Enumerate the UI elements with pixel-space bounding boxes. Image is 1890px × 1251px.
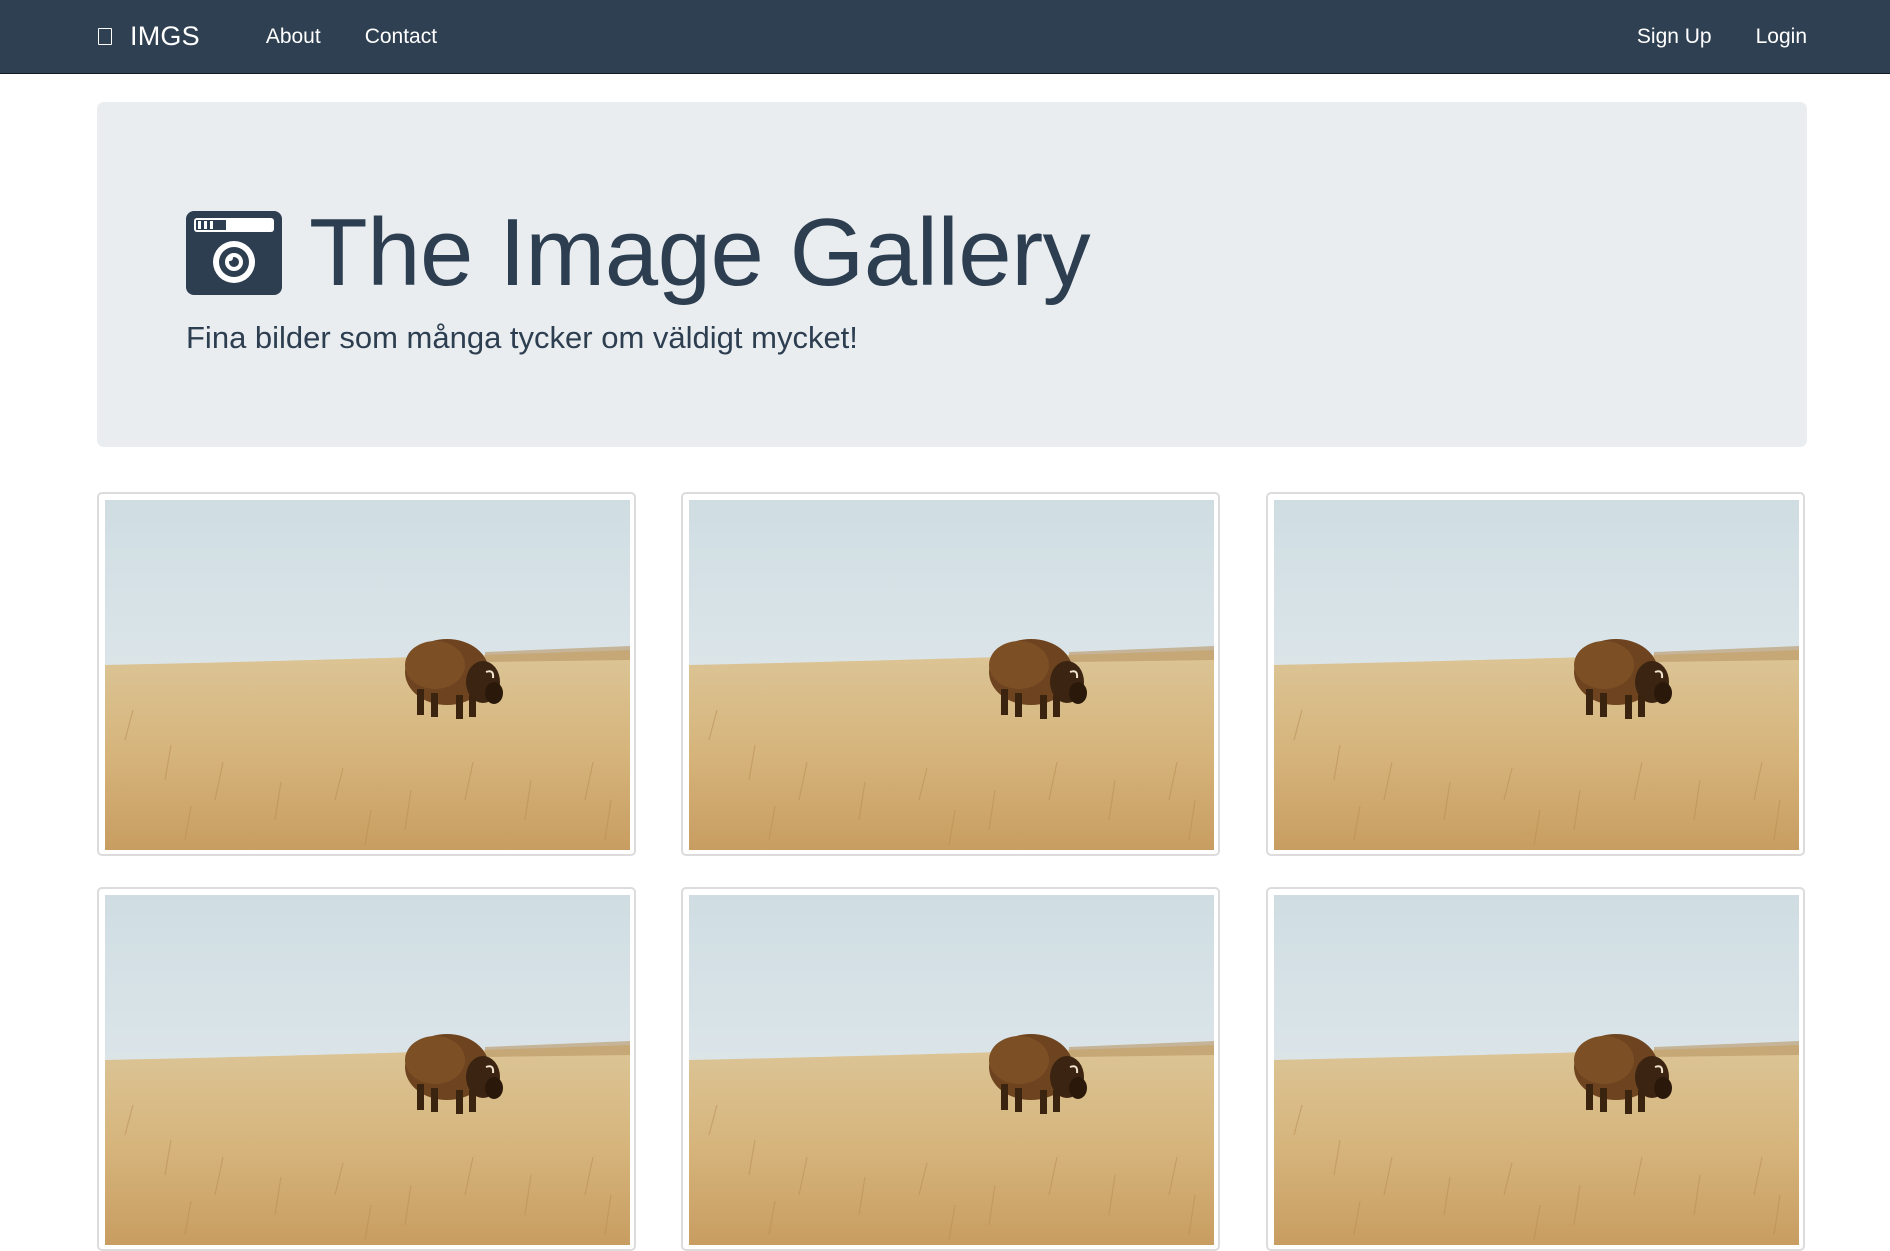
bison-image	[105, 895, 630, 1245]
navbar-left: IMGS About Contact	[98, 0, 459, 74]
subtitle-text: Fina bilder som många tycker om väldigt …	[186, 320, 858, 355]
title-text: The Image Gallery	[309, 199, 1091, 306]
bison-image	[1274, 500, 1799, 850]
bison-image	[1274, 895, 1799, 1245]
gallery-thumbnail[interactable]	[1266, 887, 1805, 1251]
hero-jumbotron: The Image Gallery Fina bilder som många …	[97, 102, 1807, 447]
bison-image	[689, 895, 1214, 1245]
gallery-thumbnail[interactable]	[97, 887, 636, 1251]
top-navbar: IMGS About Contact Sign Up Login	[0, 0, 1890, 74]
nav-link-contact[interactable]: Contact	[343, 0, 459, 74]
navbar-right: Sign Up Login	[1593, 0, 1807, 74]
gallery-thumbnail[interactable]	[1266, 492, 1805, 856]
gallery-thumbnail[interactable]	[681, 887, 1220, 1251]
image-icon	[98, 28, 112, 45]
camera-icon	[186, 211, 282, 295]
bison-image	[105, 500, 630, 850]
gallery-thumbnail[interactable]	[97, 492, 636, 856]
page-title: The Image Gallery	[186, 199, 1091, 306]
login-link[interactable]: Login	[1712, 0, 1807, 74]
nav-link-about[interactable]: About	[244, 0, 343, 74]
bison-image	[689, 500, 1214, 850]
sign-up-link[interactable]: Sign Up	[1593, 0, 1712, 74]
brand-name: IMGS	[130, 21, 200, 51]
gallery-thumbnail[interactable]	[681, 492, 1220, 856]
brand-link[interactable]: IMGS	[98, 21, 200, 52]
